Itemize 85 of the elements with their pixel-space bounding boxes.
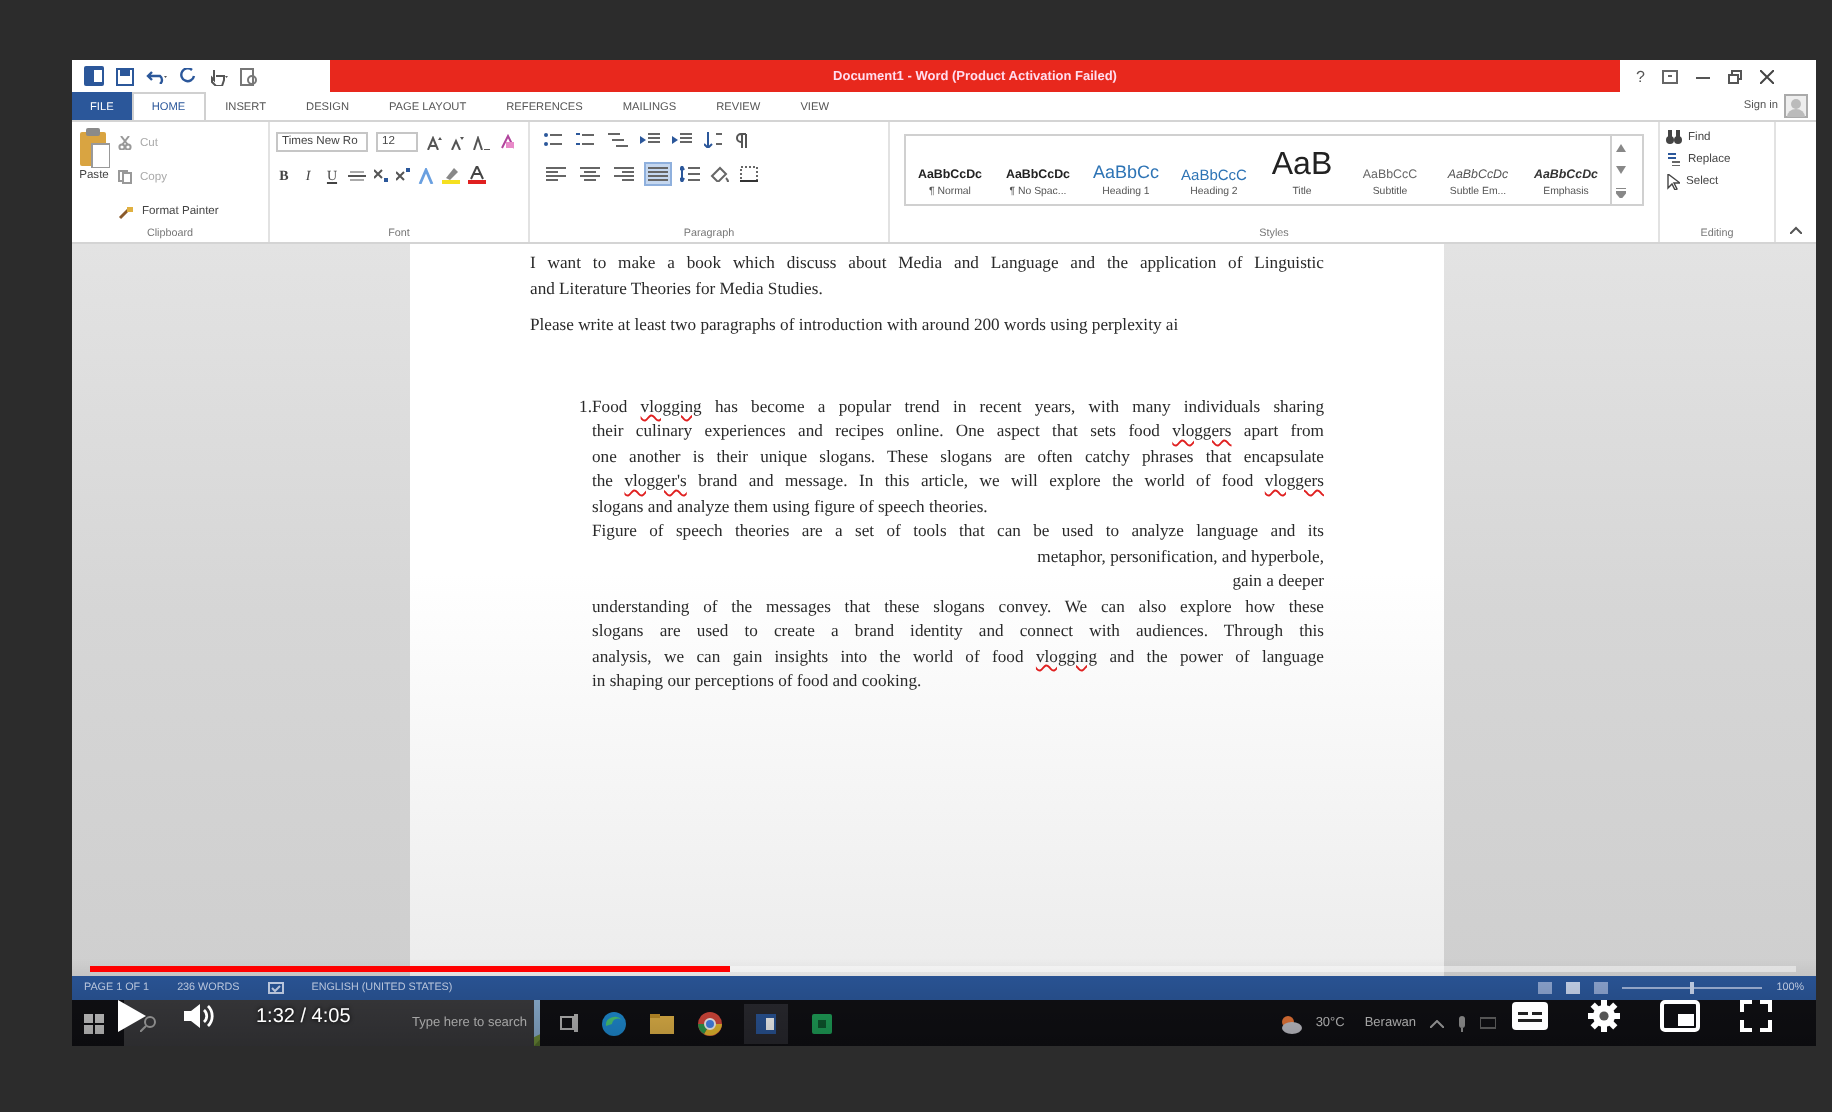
multilevel-list-icon[interactable] [608,132,628,148]
decrease-indent-icon[interactable] [640,132,660,148]
text-line: the vlogger's brand and message. In this article, we will explore the world of food vloggers [592,468,1324,493]
scroll-down-icon[interactable] [1616,165,1626,173]
word-app-icon[interactable] [752,1009,780,1037]
progress-bar[interactable] [90,966,1796,972]
subscript-icon[interactable] [374,168,388,182]
app-icon[interactable] [808,1009,836,1037]
shrink-font-icon[interactable] [450,135,464,149]
binoculars-icon [1666,130,1682,144]
paintbrush-icon [118,205,134,220]
align-button[interactable] [612,164,636,184]
text-line: analysis, we can gain insights into the world of food vlogging and the power of language [592,643,1324,668]
ribbon-display-icon[interactable] [1662,69,1679,83]
text-line: their culinary experiences and recipes online. One aspect that sets food vloggers apart from [592,418,1324,443]
play-button[interactable] [116,998,148,1034]
volume-icon[interactable] [184,1002,214,1030]
text-line: understanding of the messages that these slogans convey. We can also explore how these [592,593,1324,618]
text-line: in shaping our perceptions of food and cooking. [592,668,924,693]
text-line: I want to make a book which discuss about Media and Language and the application of Linguistic [530,250,1324,275]
captions-icon[interactable] [1512,1002,1548,1030]
shading-icon[interactable] [710,166,730,182]
highlighter-icon[interactable] [442,166,460,184]
superscript-icon[interactable] [396,168,410,182]
search-icon [140,1015,156,1031]
line-spacing-icon[interactable] [680,166,700,182]
weather-icon [1277,1013,1302,1033]
browser-icon[interactable] [600,1009,628,1037]
network-icon[interactable] [1480,1016,1496,1030]
text-line: slogans are used to create a brand identity and connect with audiences. Through this [592,618,1324,643]
numbering-icon[interactable] [576,132,596,148]
start-icon[interactable] [84,1013,104,1033]
collapse-ribbon-icon[interactable] [1790,226,1802,234]
sort-icon[interactable] [704,132,724,148]
text-line: Food vlogging has become a popular trend in recent years, with many individuals sharing [592,393,1324,418]
save-icon[interactable] [116,67,134,85]
help-button[interactable]: ? [1636,67,1645,85]
copy-icon [118,170,132,185]
print-preview-icon[interactable] [240,67,258,85]
proofing-icon[interactable] [267,981,284,995]
replace-icon [1666,152,1682,166]
align-button[interactable] [578,164,602,184]
scissors-icon [118,136,132,151]
text-line: Please write at least two paragraphs of introduction with around 200 words using perplexity ai [530,312,1181,337]
fullscreen-icon[interactable] [1740,1000,1772,1032]
settings-icon[interactable] [1588,1000,1620,1032]
restore-icon[interactable] [1728,69,1743,83]
folder-icon[interactable] [648,1009,676,1037]
text-line: slogans and analyze them using figure of speech theories. [592,493,990,518]
read-mode-icon[interactable] [1538,982,1553,994]
borders-icon[interactable] [740,166,760,182]
undo-icon[interactable] [146,68,168,84]
align-button[interactable] [646,164,670,184]
close-icon[interactable] [1760,69,1775,83]
print-layout-icon[interactable] [1566,982,1581,994]
strikethrough-icon[interactable] [348,169,366,181]
bullets-icon[interactable] [544,132,564,148]
clear-format-icon[interactable] [500,134,514,150]
chrome-icon[interactable] [696,1009,724,1037]
text-line: gain a deeper [1230,568,1324,593]
touch-mode-icon[interactable] [208,67,228,85]
clipboard-icon[interactable] [78,128,110,168]
cursor-icon [1666,174,1680,190]
microphone-icon[interactable] [1458,1015,1466,1031]
word-logo-icon [84,66,104,86]
web-layout-icon[interactable] [1594,982,1609,994]
redo-icon[interactable] [180,68,196,84]
pilcrow-icon[interactable] [736,132,748,148]
list-number: 1. [577,393,592,419]
text-line: and Literature Theories for Media Studies. [530,275,825,300]
task-view-icon[interactable] [560,1014,580,1032]
tray-chevron-icon[interactable] [1430,1019,1444,1027]
time-display: 1:32 / 4:05 [256,1005,351,1027]
increase-indent-icon[interactable] [672,132,692,148]
text-effects-icon[interactable] [418,167,434,183]
text-line: one another is their unique slogans. These slogans are often catchy phrases that encapsulate [592,443,1324,468]
grow-font-icon[interactable] [426,135,442,149]
font-color-icon[interactable] [468,166,486,184]
text-line: metaphor, personification, and hyperbole, [1035,543,1324,568]
miniplayer-icon[interactable] [1660,1000,1700,1032]
text-line: Figure of speech theories are a set of tools that can be used to analyze language and its [592,518,1324,543]
zoom-slider-icon[interactable] [1622,982,1763,994]
scroll-up-icon[interactable] [1616,143,1626,151]
align-button[interactable] [544,164,568,184]
more-styles-icon[interactable] [1616,187,1626,197]
